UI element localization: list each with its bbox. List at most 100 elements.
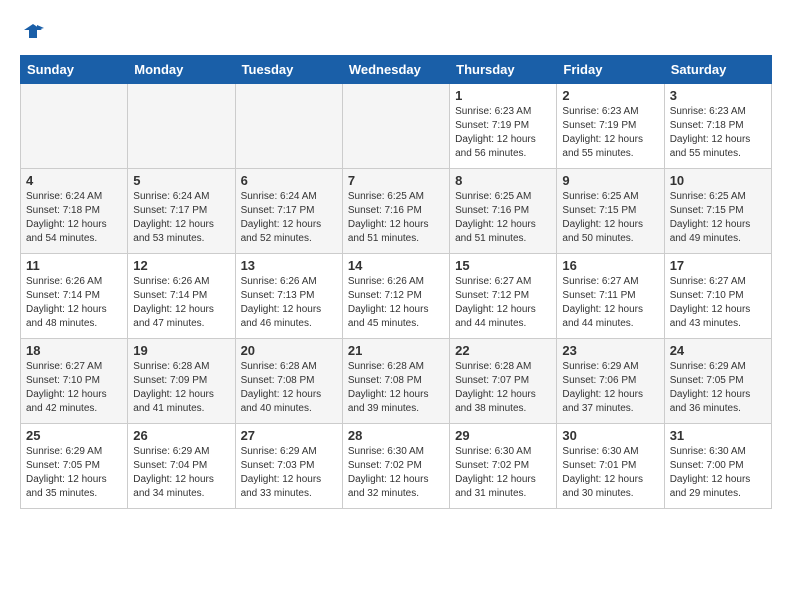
- day-number: 2: [562, 88, 658, 103]
- day-info: Sunrise: 6:25 AM Sunset: 7:15 PM Dayligh…: [670, 190, 766, 246]
- day-number: 17: [670, 258, 766, 273]
- calendar-cell: 24 Sunrise: 6:29 AM Sunset: 7:05 PM Dayli…: [664, 339, 771, 424]
- day-info: Sunrise: 6:29 AM Sunset: 7:04 PM Dayligh…: [133, 445, 229, 501]
- day-number: 29: [455, 428, 551, 443]
- day-info: Sunrise: 6:26 AM Sunset: 7:14 PM Dayligh…: [133, 275, 229, 331]
- day-number: 7: [348, 173, 444, 188]
- day-number: 21: [348, 343, 444, 358]
- calendar-cell: 12 Sunrise: 6:26 AM Sunset: 7:14 PM Dayli…: [128, 254, 235, 339]
- day-info: Sunrise: 6:27 AM Sunset: 7:10 PM Dayligh…: [670, 275, 766, 331]
- day-header-wednesday: Wednesday: [342, 56, 449, 84]
- day-number: 24: [670, 343, 766, 358]
- calendar-cell: 17 Sunrise: 6:27 AM Sunset: 7:10 PM Dayli…: [664, 254, 771, 339]
- day-info: Sunrise: 6:23 AM Sunset: 7:19 PM Dayligh…: [562, 105, 658, 161]
- calendar-cell: 2 Sunrise: 6:23 AM Sunset: 7:19 PM Daylig…: [557, 84, 664, 169]
- day-number: 20: [241, 343, 337, 358]
- calendar-cell: 29 Sunrise: 6:30 AM Sunset: 7:02 PM Dayli…: [450, 424, 557, 509]
- calendar-cell: 27 Sunrise: 6:29 AM Sunset: 7:03 PM Dayli…: [235, 424, 342, 509]
- calendar-cell: [342, 84, 449, 169]
- day-info: Sunrise: 6:27 AM Sunset: 7:10 PM Dayligh…: [26, 360, 122, 416]
- calendar-cell: 8Sunrise: 6:25 AM Sunset: 7:16 PM Daylig…: [450, 169, 557, 254]
- day-number: 14: [348, 258, 444, 273]
- calendar-cell: [235, 84, 342, 169]
- day-number: 19: [133, 343, 229, 358]
- day-info: Sunrise: 6:29 AM Sunset: 7:05 PM Dayligh…: [26, 445, 122, 501]
- day-number: 28: [348, 428, 444, 443]
- calendar-cell: 18 Sunrise: 6:27 AM Sunset: 7:10 PM Dayli…: [21, 339, 128, 424]
- day-info: Sunrise: 6:26 AM Sunset: 7:14 PM Dayligh…: [26, 275, 122, 331]
- day-number: 8: [455, 173, 551, 188]
- calendar-cell: 22Sunrise: 6:28 AM Sunset: 7:07 PM Dayli…: [450, 339, 557, 424]
- day-number: 4: [26, 173, 122, 188]
- day-info: Sunrise: 6:29 AM Sunset: 7:03 PM Dayligh…: [241, 445, 337, 501]
- calendar: SundayMondayTuesdayWednesdayThursdayFrid…: [20, 55, 772, 509]
- day-info: Sunrise: 6:28 AM Sunset: 7:08 PM Dayligh…: [241, 360, 337, 416]
- day-info: Sunrise: 6:30 AM Sunset: 7:00 PM Dayligh…: [670, 445, 766, 501]
- day-info: Sunrise: 6:27 AM Sunset: 7:11 PM Dayligh…: [562, 275, 658, 331]
- calendar-cell: 13 Sunrise: 6:26 AM Sunset: 7:13 PM Dayli…: [235, 254, 342, 339]
- day-number: 12: [133, 258, 229, 273]
- day-number: 31: [670, 428, 766, 443]
- day-info: Sunrise: 6:30 AM Sunset: 7:02 PM Dayligh…: [348, 445, 444, 501]
- day-info: Sunrise: 6:24 AM Sunset: 7:17 PM Dayligh…: [241, 190, 337, 246]
- calendar-cell: 6 Sunrise: 6:24 AM Sunset: 7:17 PM Daylig…: [235, 169, 342, 254]
- calendar-cell: 15 Sunrise: 6:27 AM Sunset: 7:12 PM Dayli…: [450, 254, 557, 339]
- header: [20, 20, 772, 47]
- calendar-cell: 14 Sunrise: 6:26 AM Sunset: 7:12 PM Dayli…: [342, 254, 449, 339]
- day-number: 26: [133, 428, 229, 443]
- day-info: Sunrise: 6:24 AM Sunset: 7:17 PM Dayligh…: [133, 190, 229, 246]
- calendar-cell: 5 Sunrise: 6:24 AM Sunset: 7:17 PM Daylig…: [128, 169, 235, 254]
- day-number: 27: [241, 428, 337, 443]
- calendar-cell: 11 Sunrise: 6:26 AM Sunset: 7:14 PM Dayli…: [21, 254, 128, 339]
- day-number: 23: [562, 343, 658, 358]
- day-info: Sunrise: 6:27 AM Sunset: 7:12 PM Dayligh…: [455, 275, 551, 331]
- calendar-cell: 9 Sunrise: 6:25 AM Sunset: 7:15 PM Daylig…: [557, 169, 664, 254]
- calendar-cell: 31 Sunrise: 6:30 AM Sunset: 7:00 PM Dayli…: [664, 424, 771, 509]
- calendar-cell: 30Sunrise: 6:30 AM Sunset: 7:01 PM Dayli…: [557, 424, 664, 509]
- day-number: 11: [26, 258, 122, 273]
- day-info: Sunrise: 6:23 AM Sunset: 7:19 PM Dayligh…: [455, 105, 551, 161]
- calendar-cell: [21, 84, 128, 169]
- calendar-cell: 28 Sunrise: 6:30 AM Sunset: 7:02 PM Dayli…: [342, 424, 449, 509]
- day-number: 15: [455, 258, 551, 273]
- calendar-cell: [128, 84, 235, 169]
- day-number: 13: [241, 258, 337, 273]
- calendar-cell: 19Sunrise: 6:28 AM Sunset: 7:09 PM Dayli…: [128, 339, 235, 424]
- day-number: 22: [455, 343, 551, 358]
- calendar-cell: 21 Sunrise: 6:28 AM Sunset: 7:08 PM Dayli…: [342, 339, 449, 424]
- logo: [20, 20, 44, 47]
- calendar-cell: 16 Sunrise: 6:27 AM Sunset: 7:11 PM Dayli…: [557, 254, 664, 339]
- calendar-cell: 1 Sunrise: 6:23 AM Sunset: 7:19 PM Daylig…: [450, 84, 557, 169]
- calendar-cell: 7Sunrise: 6:25 AM Sunset: 7:16 PM Daylig…: [342, 169, 449, 254]
- day-number: 9: [562, 173, 658, 188]
- day-info: Sunrise: 6:30 AM Sunset: 7:02 PM Dayligh…: [455, 445, 551, 501]
- day-info: Sunrise: 6:26 AM Sunset: 7:12 PM Dayligh…: [348, 275, 444, 331]
- day-number: 16: [562, 258, 658, 273]
- calendar-cell: 3 Sunrise: 6:23 AM Sunset: 7:18 PM Daylig…: [664, 84, 771, 169]
- day-header-thursday: Thursday: [450, 56, 557, 84]
- calendar-cell: 10 Sunrise: 6:25 AM Sunset: 7:15 PM Dayli…: [664, 169, 771, 254]
- day-header-row: SundayMondayTuesdayWednesdayThursdayFrid…: [21, 56, 772, 84]
- day-number: 5: [133, 173, 229, 188]
- day-info: Sunrise: 6:24 AM Sunset: 7:18 PM Dayligh…: [26, 190, 122, 246]
- logo-bird-icon: [22, 20, 44, 42]
- day-number: 18: [26, 343, 122, 358]
- day-number: 1: [455, 88, 551, 103]
- day-info: Sunrise: 6:26 AM Sunset: 7:13 PM Dayligh…: [241, 275, 337, 331]
- day-info: Sunrise: 6:25 AM Sunset: 7:15 PM Dayligh…: [562, 190, 658, 246]
- day-number: 6: [241, 173, 337, 188]
- week-row-4: 18 Sunrise: 6:27 AM Sunset: 7:10 PM Dayli…: [21, 339, 772, 424]
- day-header-sunday: Sunday: [21, 56, 128, 84]
- week-row-3: 11 Sunrise: 6:26 AM Sunset: 7:14 PM Dayli…: [21, 254, 772, 339]
- calendar-cell: 25 Sunrise: 6:29 AM Sunset: 7:05 PM Dayli…: [21, 424, 128, 509]
- day-info: Sunrise: 6:29 AM Sunset: 7:06 PM Dayligh…: [562, 360, 658, 416]
- calendar-cell: 20 Sunrise: 6:28 AM Sunset: 7:08 PM Dayli…: [235, 339, 342, 424]
- day-number: 3: [670, 88, 766, 103]
- day-number: 10: [670, 173, 766, 188]
- day-info: Sunrise: 6:29 AM Sunset: 7:05 PM Dayligh…: [670, 360, 766, 416]
- day-info: Sunrise: 6:23 AM Sunset: 7:18 PM Dayligh…: [670, 105, 766, 161]
- day-info: Sunrise: 6:28 AM Sunset: 7:08 PM Dayligh…: [348, 360, 444, 416]
- day-header-friday: Friday: [557, 56, 664, 84]
- day-number: 30: [562, 428, 658, 443]
- day-number: 25: [26, 428, 122, 443]
